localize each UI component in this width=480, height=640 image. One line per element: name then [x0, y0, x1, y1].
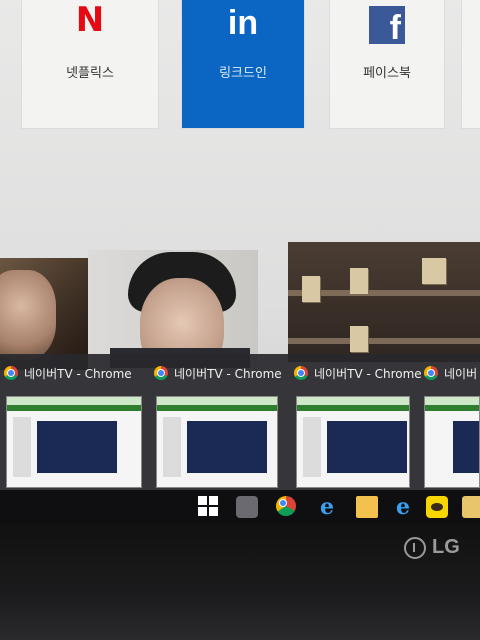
- news-photo-right[interactable]: [288, 242, 480, 362]
- window-preview: [6, 396, 142, 488]
- window-title: 네이버TV - Chrome: [24, 366, 132, 381]
- ie-icon[interactable]: e: [392, 496, 414, 518]
- windows-start-icon[interactable]: [198, 496, 220, 518]
- chrome-window-thumbnail-1[interactable]: 네이버TV - Chrome: [4, 354, 150, 494]
- window-title: 네이버TV - Chrome: [174, 366, 282, 381]
- chrome-taskbar-button[interactable]: [276, 496, 298, 518]
- chrome-icon: [4, 366, 18, 380]
- desktop-screen: N 넷플릭스 in 링크드인 f 페이스북 네이버TV - Chrome 네이버…: [0, 0, 480, 500]
- facebook-logo-icon: f: [369, 6, 405, 47]
- chrome-icon: [276, 496, 296, 516]
- kakaotalk-icon[interactable]: [426, 496, 448, 518]
- window-preview: [296, 396, 410, 488]
- netflix-logo-icon: N: [75, 0, 105, 40]
- edge-icon[interactable]: e: [316, 496, 338, 518]
- linkedin-logo-icon: in: [227, 4, 259, 42]
- linkedin-tile[interactable]: in 링크드인: [182, 0, 304, 128]
- window-preview: [156, 396, 278, 488]
- partial-tile[interactable]: [462, 0, 480, 128]
- chrome-window-thumbnail-4[interactable]: 네이버: [424, 354, 480, 494]
- chrome-window-thumbnail-2[interactable]: 네이버TV - Chrome: [154, 354, 290, 494]
- taskbar: e e: [0, 490, 480, 524]
- app-icon[interactable]: [462, 496, 480, 518]
- lg-logo-icon: [404, 536, 426, 559]
- monitor-brand: LG: [432, 536, 460, 558]
- news-photo-center[interactable]: [88, 250, 258, 368]
- lg-logo: LG: [404, 536, 460, 559]
- chrome-icon: [154, 366, 168, 380]
- chrome-icon: [294, 366, 308, 380]
- taskbar-thumbnail-preview: 네이버TV - Chrome 네이버TV - Chrome 네이버TV - Ch…: [0, 354, 480, 494]
- tile-label-netflix: 넷플릭스: [66, 66, 114, 81]
- chrome-window-thumbnail-3[interactable]: 네이버TV - Chrome: [294, 354, 422, 494]
- window-title: 네이버TV - Chrome: [314, 366, 422, 381]
- window-title: 네이버: [444, 366, 478, 381]
- netflix-tile[interactable]: N 넷플릭스: [22, 0, 158, 128]
- window-preview: [424, 396, 480, 488]
- pinned-app-icon[interactable]: [236, 496, 258, 518]
- chrome-icon: [424, 366, 438, 380]
- tile-label-facebook: 페이스북: [363, 66, 411, 81]
- facebook-tile[interactable]: f 페이스북: [330, 0, 444, 128]
- folder-icon[interactable]: [356, 496, 378, 518]
- tile-label-linkedin: 링크드인: [219, 66, 267, 81]
